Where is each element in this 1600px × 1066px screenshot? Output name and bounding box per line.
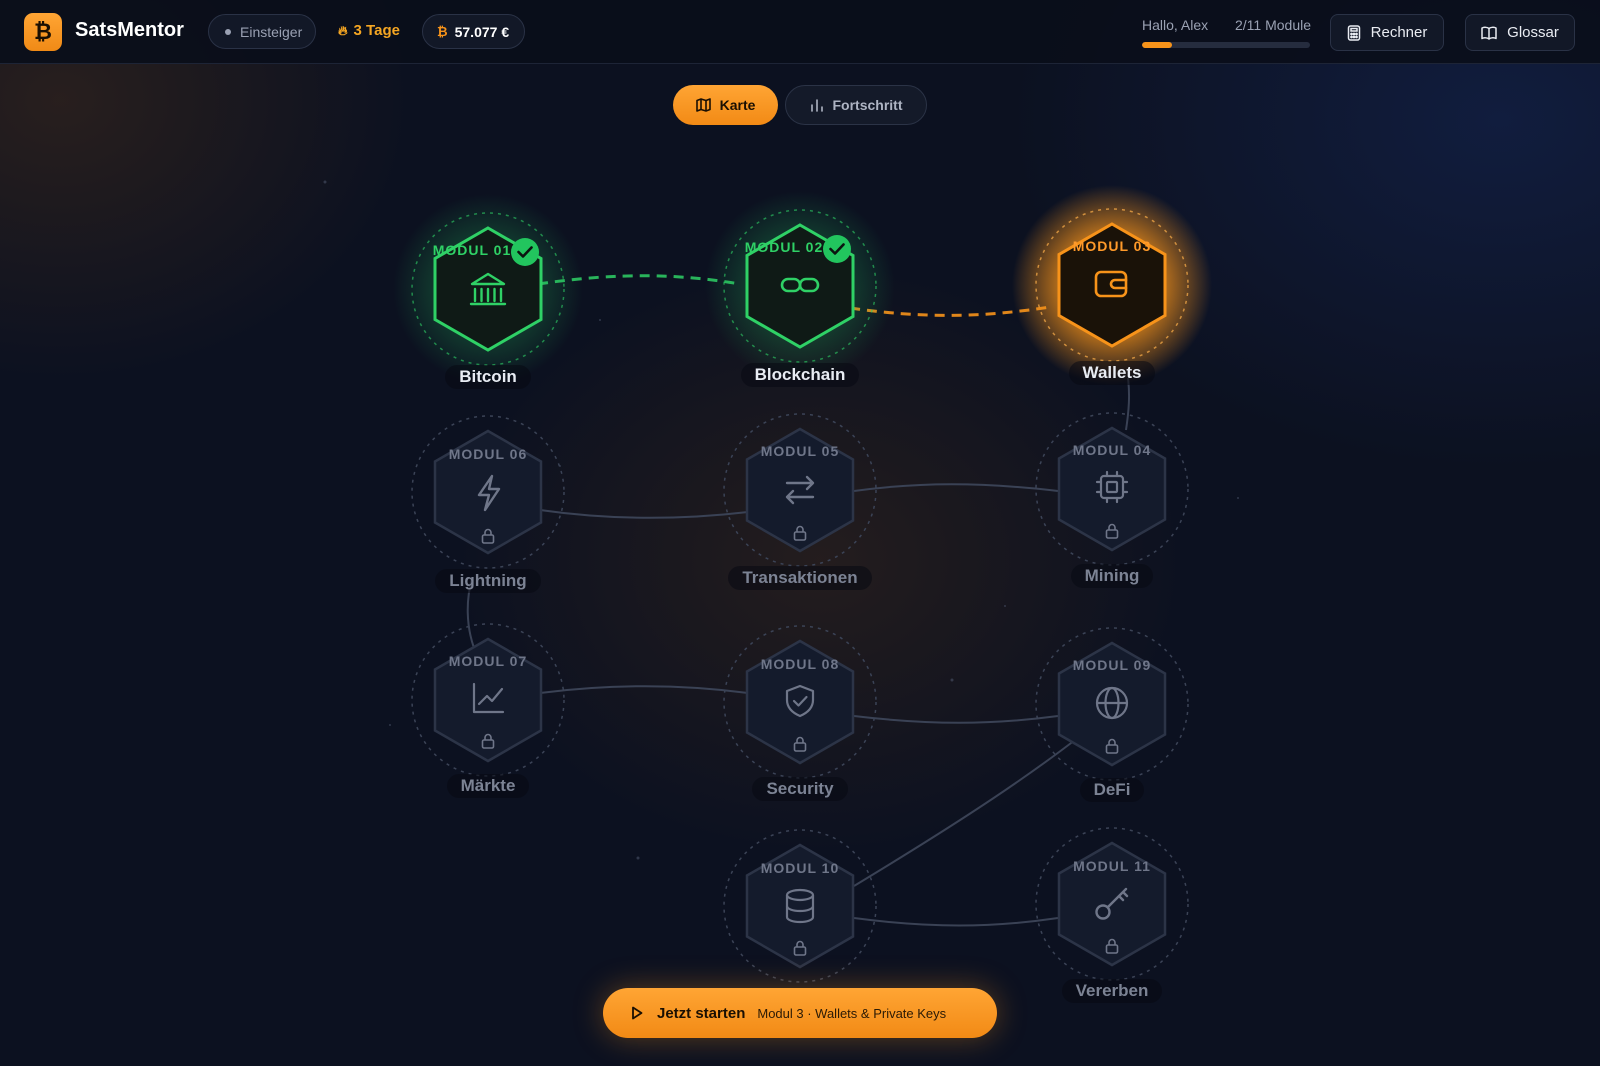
module-title-05[interactable]: Transaktionen: [700, 566, 900, 590]
play-icon: [632, 1006, 643, 1020]
module-title-11[interactable]: Vererben: [1012, 979, 1212, 1003]
start-module-button[interactable]: Jetzt starten Modul 3 · Wallets & Privat…: [603, 988, 997, 1038]
module-node-02[interactable]: [705, 191, 895, 381]
connector-07-08: [539, 685, 749, 694]
connector-10-11: [853, 917, 1059, 927]
start-button-subtitle: Modul 3 · Wallets & Private Keys: [757, 1005, 947, 1021]
module-title-08[interactable]: Security: [700, 777, 900, 801]
module-tag-02: MODUL 02: [744, 239, 824, 255]
connector-08-09: [853, 715, 1059, 724]
module-tag-06: MODUL 06: [448, 446, 528, 462]
module-title-02[interactable]: Blockchain: [700, 363, 900, 387]
connector-03-04: [1125, 377, 1131, 431]
module-node-03[interactable]: [1012, 185, 1212, 385]
module-node-11[interactable]: [1035, 827, 1189, 981]
module-tag-01: MODUL 01: [432, 242, 512, 258]
module-title-09[interactable]: DeFi: [1012, 778, 1212, 802]
module-tag-10: MODUL 10: [760, 860, 840, 876]
connector-09-10: [853, 739, 1076, 887]
module-tag-05: MODUL 05: [760, 443, 840, 459]
connector-05-06: [539, 509, 749, 519]
module-tag-08: MODUL 08: [760, 656, 840, 672]
module-title-06[interactable]: Lightning: [388, 569, 588, 593]
module-node-04[interactable]: [1035, 412, 1189, 566]
module-node-07[interactable]: [411, 623, 565, 777]
module-tag-03: MODUL 03: [1072, 238, 1152, 254]
start-button-label: Jetzt starten: [657, 1004, 746, 1022]
module-node-10[interactable]: [723, 829, 877, 983]
module-tag-09: MODUL 09: [1072, 657, 1152, 673]
module-tag-11: MODUL 11: [1073, 858, 1151, 874]
module-node-09[interactable]: [1035, 627, 1189, 781]
connector-04-05: [853, 483, 1059, 492]
module-map: [323, 180, 1239, 983]
module-node-01[interactable]: [393, 194, 583, 384]
module-title-03[interactable]: Wallets: [1012, 361, 1212, 385]
module-tag-07: MODUL 07: [448, 653, 528, 669]
module-tag-04: MODUL 04: [1072, 442, 1152, 458]
module-title-04[interactable]: Mining: [1012, 564, 1212, 588]
module-title-07[interactable]: Märkte: [388, 774, 588, 798]
module-node-08[interactable]: [723, 625, 877, 779]
module-title-01[interactable]: Bitcoin: [388, 365, 588, 389]
module-node-05[interactable]: [723, 413, 877, 567]
module-node-06[interactable]: [411, 415, 565, 569]
